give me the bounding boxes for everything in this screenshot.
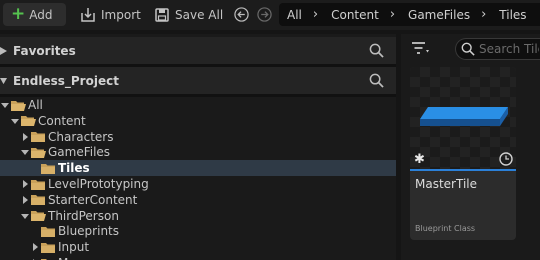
tree-item-label: Input [58,240,90,255]
caret-right-icon[interactable] [20,132,30,142]
tree-spacer[interactable] [30,163,40,173]
search-icon[interactable] [369,43,384,58]
tree-item-label: GameFiles [48,145,111,160]
tree-spacer[interactable] [30,226,40,236]
breadcrumb-item-gamefiles[interactable]: GameFiles [400,8,476,22]
tree-item-label: All [28,98,43,112]
tree-item-label: StarterContent [48,192,138,207]
folder-open-icon [21,116,36,127]
asset-type: Blueprint Class [415,224,476,233]
favorites-header[interactable]: Favorites [0,37,396,64]
tree-item-startercontent[interactable]: StarterContent [0,192,396,208]
tree-item-content[interactable]: Content [0,113,396,129]
asset-search-box[interactable] [455,38,540,60]
asset-name: MasterTile [415,177,477,191]
caret-right-icon[interactable] [30,242,40,252]
favorites-label: Favorites [13,43,76,58]
tree-item-all[interactable]: All [0,97,396,113]
folder-icon [41,242,55,253]
add-button[interactable]: + Add [3,3,66,26]
tree-item-input[interactable]: Input [0,239,396,255]
tree-item-label: Blueprints [58,224,120,239]
folder-icon [41,163,55,174]
tree-item-label: Content [38,113,86,128]
folder-icon [31,195,45,206]
search-icon [461,42,475,56]
filter-icon[interactable] [411,41,429,57]
tree-item-label: ThirdPerson [48,208,119,223]
breadcrumb: All › Content › GameFiles › Tiles [279,3,540,26]
folder-open-icon [31,211,46,222]
import-button-label: Import [101,7,141,22]
star-icon[interactable]: ✱ [414,153,425,166]
asset-status-icon [499,152,513,166]
tree-item-thirdperson[interactable]: ThirdPerson [0,208,396,224]
tree-item-label: LevelPrototyping [48,177,149,191]
content-browser-toolbar: + Add Import Save All All › Content › Ga… [0,0,540,30]
tree-item-label: Characters [48,129,114,144]
save-all-button[interactable]: Save All [154,3,223,26]
breadcrumb-item-tiles[interactable]: Tiles [491,8,532,22]
import-button[interactable]: Import [80,3,141,26]
add-button-label: Add [29,7,53,22]
save-icon [155,7,169,22]
plus-icon: + [11,4,26,24]
save-all-button-label: Save All [175,7,224,22]
breadcrumb-item-all[interactable]: All [279,8,308,22]
caret-down-icon[interactable] [0,100,10,110]
folder-icon [31,132,45,143]
tree-item-levelprototyping[interactable]: LevelPrototyping [0,176,396,192]
caret-right-icon[interactable] [0,46,7,55]
caret-right-icon[interactable] [20,195,30,205]
import-icon [81,7,95,22]
caret-right-icon[interactable] [20,179,30,189]
tile-mesh-preview [420,107,508,126]
tree-item-gamefiles[interactable]: GameFiles [0,144,396,160]
search-icon[interactable] [369,73,384,88]
chevron-right-icon[interactable]: › [476,7,491,22]
caret-down-icon[interactable] [20,147,30,157]
asset-type-color-bar [410,169,516,171]
breadcrumb-item-content[interactable]: Content [323,8,385,22]
asset-search-input[interactable] [479,42,539,56]
caret-down-icon[interactable] [10,116,20,126]
tree-item-blueprints[interactable]: Blueprints [0,223,396,239]
project-label: Endless_Project [13,73,119,88]
tree-item-label: Ma [58,256,76,260]
asset-tile-mastertile[interactable]: ✱ MasterTile Blueprint Class [410,67,516,240]
folder-open-icon [11,100,26,111]
chevron-right-icon[interactable]: › [308,7,323,22]
tree-item-ma[interactable]: Ma [0,255,396,260]
folder-open-icon [31,147,46,158]
forward-arrow-icon[interactable] [257,7,272,22]
folder-icon [41,226,55,237]
caret-down-icon[interactable] [0,77,7,85]
back-arrow-icon[interactable] [234,7,249,22]
tree-item-label: Tiles [58,161,90,176]
folder-icon [41,258,55,260]
project-header[interactable]: Endless_Project [0,67,396,94]
tree-item-characters[interactable]: Characters [0,129,396,145]
asset-view-panel: ✱ MasterTile Blueprint Class [401,34,540,260]
tree-item-tiles[interactable]: Tiles [0,160,396,177]
folder-icon [31,179,45,190]
chevron-right-icon[interactable]: › [385,7,400,22]
caret-down-icon[interactable] [20,211,30,221]
